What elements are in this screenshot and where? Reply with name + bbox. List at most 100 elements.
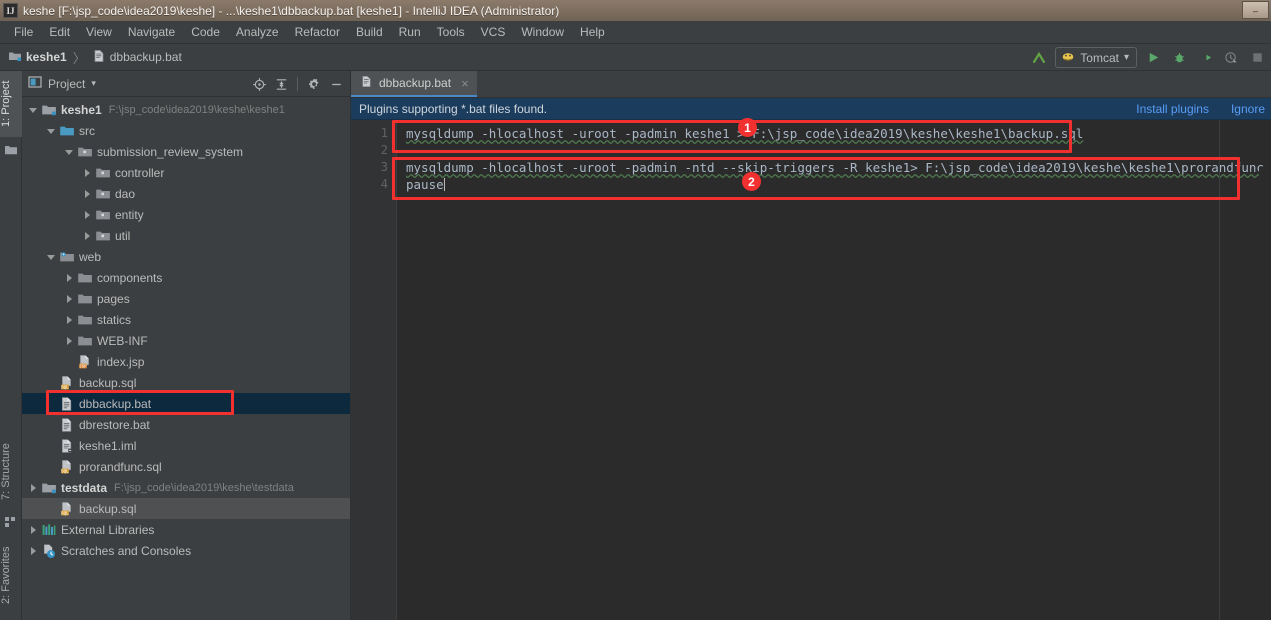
minimize-button[interactable]: – [1242,1,1269,19]
left-tool-window-strip: 1: Project 7: Structure 2: Favorites [0,71,22,620]
tree-row[interactable]: testdata F:\jsp_code\idea2019\keshe\testd… [22,477,350,498]
project-panel-chevron-icon[interactable]: ▾ [91,78,96,89]
chevron-down-icon[interactable] [46,125,57,136]
tree-row[interactable]: JSP index.jsp [22,351,350,372]
debug-icon[interactable] [1169,48,1189,68]
chevron-right-icon[interactable] [82,209,93,220]
code-line-2[interactable] [406,142,1271,159]
menu-help[interactable]: Help [572,22,613,42]
sql-file-icon: SQL [59,459,75,475]
menu-build[interactable]: Build [348,22,391,42]
chevron-right-icon[interactable] [64,293,75,304]
locate-icon[interactable] [249,74,269,94]
collapse-all-icon[interactable] [271,74,291,94]
tree-row[interactable]: components [22,267,350,288]
tree-row[interactable]: pages [22,288,350,309]
profile-icon[interactable] [1221,48,1241,68]
run-with-coverage-icon[interactable] [1195,48,1215,68]
install-plugins-link[interactable]: Install plugins [1136,102,1209,116]
notification-message: Plugins supporting *.bat files found. [359,101,548,116]
chevron-right-icon[interactable] [82,188,93,199]
chevron-right-icon[interactable] [64,272,75,283]
breadcrumb-item-file[interactable]: dbbackup.bat [92,49,182,66]
tree-row[interactable]: SQL prorandfunc.sql [22,456,350,477]
tree-row[interactable]: submission_review_system [22,141,350,162]
bat-file-icon [92,49,106,66]
menu-window[interactable]: Window [513,22,572,42]
tree-row[interactable]: Scratches and Consoles [22,540,350,561]
chevron-right-icon[interactable] [28,524,39,535]
tree-row[interactable]: SQL backup.sql [22,498,350,519]
hide-panel-icon[interactable] [326,74,346,94]
breadcrumb-item-module[interactable]: keshe1 [8,49,67,66]
menu-refactor[interactable]: Refactor [287,22,348,42]
libraries-icon [41,522,57,538]
menu-navigate[interactable]: Navigate [120,22,183,42]
settings-gear-icon[interactable] [304,74,324,94]
chevron-right-icon[interactable] [28,545,39,556]
menu-code[interactable]: Code [183,22,228,42]
tree-row-label: dbbackup.bat [79,396,152,411]
menu-edit[interactable]: Edit [41,22,78,42]
tree-row[interactable]: dbrestore.bat [22,414,350,435]
sidebar-tab-project[interactable]: 1: Project [0,71,22,137]
code-line-1[interactable]: mysqldump -hlocalhost -uroot -padmin kes… [406,125,1271,142]
chevron-right-icon[interactable] [64,335,75,346]
sidebar-tab-favorites[interactable]: 2: Favorites [0,533,22,617]
svg-text:SQL: SQL [61,470,69,474]
app-icon: IJ [3,3,18,18]
package-icon [95,165,111,181]
chevron-right-icon[interactable] [82,230,93,241]
tree-row[interactable]: keshe1 F:\jsp_code\idea2019\keshe\keshe1 [22,99,350,120]
tree-row[interactable]: External Libraries [22,519,350,540]
tree-row[interactable]: dbbackup.bat [22,393,350,414]
text-caret [443,178,445,191]
build-icon[interactable] [1029,48,1049,68]
app-icon-label: IJ [6,5,15,16]
run-configuration-selector[interactable]: Tomcat ▾ [1055,47,1137,68]
tree-row[interactable]: util [22,225,350,246]
tree-row[interactable]: WEB-INF [22,330,350,351]
right-margin-rule [1219,120,1220,620]
menu-bar: File Edit View Navigate Code Analyze Ref… [0,21,1271,44]
sidebar-tab-structure[interactable]: 7: Structure [0,433,22,511]
line-number: 3 [380,160,388,174]
tree-row-label: keshe1.iml [79,438,137,453]
code-editor[interactable]: 1 2 3 4 mysqldump -hlocalhost -uroot -pa… [351,120,1271,620]
menu-view[interactable]: View [78,22,120,42]
tree-row[interactable]: keshe1.iml [22,435,350,456]
tree-row[interactable]: entity [22,204,350,225]
tree-row[interactable]: statics [22,309,350,330]
tree-row[interactable]: dao [22,183,350,204]
close-icon[interactable]: × [461,76,469,91]
chevron-down-icon[interactable] [28,104,39,115]
line-number: 1 [380,126,388,140]
menu-file[interactable]: File [6,22,41,42]
chevron-right-icon[interactable] [82,167,93,178]
editor-vertical-scrollbar[interactable] [1259,169,1271,620]
sidebar-tab-project-label: 1: Project [0,80,12,128]
chevron-right-icon[interactable] [28,482,39,493]
menu-tools[interactable]: Tools [429,22,473,42]
line-number: 4 [380,177,388,191]
editor-tab-dbbackup-bat[interactable]: dbbackup.bat × [351,71,477,97]
code-line-3[interactable]: mysqldump -hlocalhost -uroot -padmin -nt… [406,159,1271,176]
project-tree[interactable]: keshe1 F:\jsp_code\idea2019\keshe\keshe1 s… [22,97,350,620]
menu-run[interactable]: Run [391,22,429,42]
chevron-right-icon[interactable] [64,314,75,325]
tree-row[interactable]: src [22,120,350,141]
tree-row[interactable]: web [22,246,350,267]
code-line-4[interactable]: pause [406,176,1271,193]
menu-vcs[interactable]: VCS [473,22,514,42]
menu-analyze[interactable]: Analyze [228,22,287,42]
chevron-down-icon[interactable] [64,146,75,157]
chevron-down-icon[interactable] [46,251,57,262]
tree-row[interactable]: controller [22,162,350,183]
tree-row[interactable]: SQL backup.sql [22,372,350,393]
jsp-file-icon: JSP [77,354,93,370]
ignore-link[interactable]: Ignore [1231,102,1265,116]
code-content[interactable]: mysqldump -hlocalhost -uroot -padmin kes… [397,120,1271,620]
tree-row-path: F:\jsp_code\idea2019\keshe\testdata [114,481,294,494]
run-icon[interactable] [1143,48,1163,68]
